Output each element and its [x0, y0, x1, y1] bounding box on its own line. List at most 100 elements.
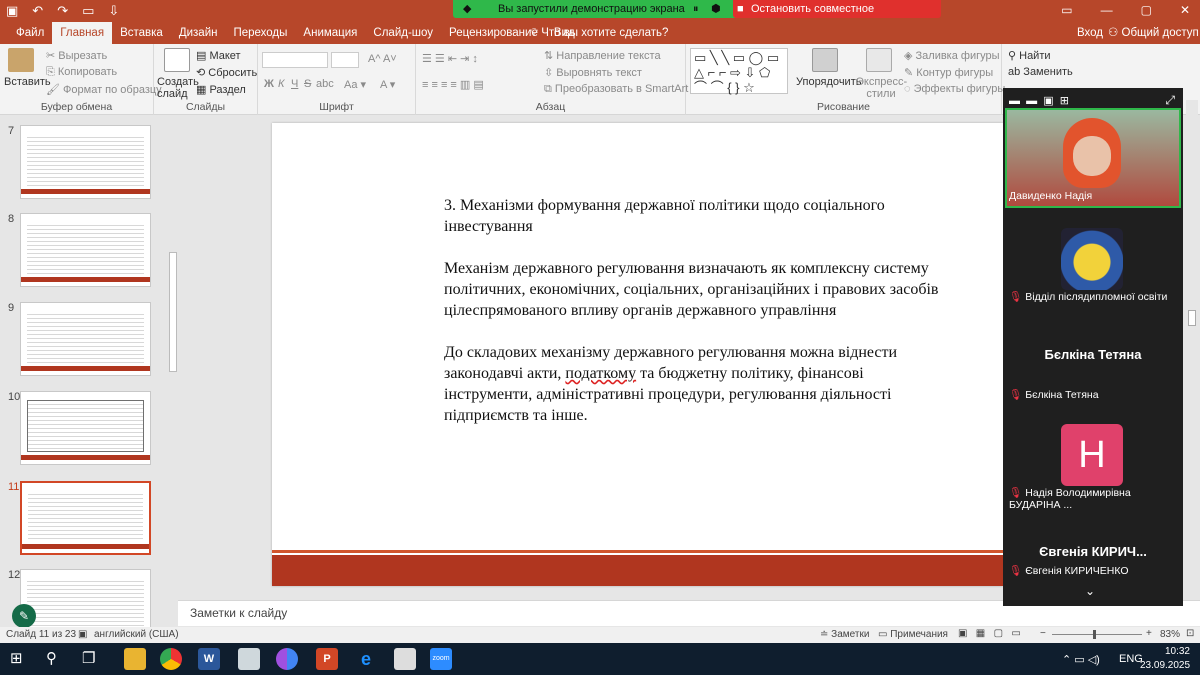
- strikethrough-button[interactable]: S: [304, 78, 311, 90]
- replace-button[interactable]: ab Заменить: [1008, 66, 1073, 78]
- tab-slideshow[interactable]: Слайд-шоу: [365, 22, 441, 44]
- ribbon-display-icon[interactable]: ▭: [1061, 3, 1072, 17]
- bullets-icon[interactable]: ☰ ☰ ⇤ ⇥ ↕: [422, 52, 478, 65]
- clock-time[interactable]: 10:32: [1150, 646, 1190, 657]
- arrange-icon[interactable]: [812, 48, 838, 72]
- quick-styles-button[interactable]: Экспресс-стили: [856, 76, 907, 100]
- zoom-slider[interactable]: [1052, 634, 1142, 635]
- tell-me-search[interactable]: 💡︎ Что вы хотите сделать?: [530, 22, 668, 44]
- find-button[interactable]: ⚲ Найти: [1008, 49, 1051, 62]
- slide-text-body[interactable]: 3. Механізми формування державної політи…: [444, 195, 944, 447]
- font-color-icon[interactable]: A ▾: [380, 78, 395, 91]
- comments-toggle[interactable]: ▭ Примечания: [878, 629, 948, 640]
- customize-qat-icon[interactable]: ⇩: [108, 3, 119, 19]
- shield-icon[interactable]: ⬢: [711, 0, 721, 18]
- slide-thumbnail-7[interactable]: [20, 125, 151, 199]
- tab-transitions[interactable]: Переходы: [225, 22, 295, 44]
- change-case-icon[interactable]: Aa ▾: [344, 78, 366, 91]
- pause-icon[interactable]: ⏸: [693, 0, 699, 18]
- undo-icon[interactable]: ↶: [32, 3, 43, 19]
- grow-font-icon[interactable]: A^ A˅: [368, 53, 397, 65]
- fit-slide-icon[interactable]: ⊡: [1186, 628, 1194, 639]
- arrange-button[interactable]: Упорядочить: [796, 76, 861, 88]
- align-text-button[interactable]: ⇳ Выровнять текст: [544, 66, 642, 79]
- zoom-level[interactable]: 83%: [1160, 629, 1180, 640]
- copy-button[interactable]: ⎘ Копировать: [46, 66, 117, 79]
- spellcheck-icon[interactable]: ▣: [78, 629, 87, 640]
- redo-icon[interactable]: ↷: [57, 3, 68, 19]
- bold-button[interactable]: Ж: [264, 78, 274, 90]
- slide-thumbnail-11-selected[interactable]: [20, 481, 151, 555]
- font-name-input[interactable]: [262, 52, 328, 68]
- shape-outline-button[interactable]: ✎ Контур фигуры: [904, 66, 993, 79]
- task-view-icon[interactable]: ❐: [82, 648, 104, 670]
- shape-effects-button[interactable]: ◌ Эффекты фигуры: [904, 83, 1005, 95]
- new-slide-button[interactable]: Создать слайд: [157, 76, 201, 100]
- close-icon[interactable]: ✕: [1180, 3, 1190, 17]
- zoom-slider-handle[interactable]: [1093, 630, 1096, 639]
- save-icon[interactable]: ▣: [6, 3, 18, 19]
- file-explorer-icon[interactable]: [124, 648, 146, 670]
- tab-insert[interactable]: Вставка: [112, 22, 171, 44]
- edge-icon[interactable]: e: [355, 648, 377, 670]
- collapse-panel-icon[interactable]: ⤢: [1165, 93, 1175, 108]
- replace-label: Заменить: [1023, 66, 1073, 78]
- zoom-in-icon[interactable]: +: [1146, 628, 1152, 639]
- stop-share-button[interactable]: ■ Остановить совместное использование: [733, 0, 941, 33]
- powerpoint-icon[interactable]: P: [316, 648, 338, 670]
- notes-toggle[interactable]: ≐ Заметки: [820, 629, 869, 640]
- zoom-app-icon[interactable]: zoom: [430, 648, 452, 670]
- tab-animations[interactable]: Анимация: [295, 22, 365, 44]
- slide-thumbnail-9[interactable]: [20, 302, 151, 376]
- quick-styles-icon[interactable]: [866, 48, 892, 72]
- format-painter-button[interactable]: 🖌︎ Формат по образцу: [46, 83, 162, 96]
- word-icon[interactable]: W: [198, 648, 220, 670]
- tab-file[interactable]: Файл: [8, 22, 52, 44]
- maximize-icon[interactable]: ▢: [1141, 3, 1152, 17]
- cut-button[interactable]: ✂ Вырезать: [46, 49, 107, 62]
- reset-button[interactable]: ⟲ Сбросить: [196, 66, 257, 79]
- search-icon[interactable]: ⚲: [46, 648, 68, 670]
- scrollbar-thumb[interactable]: [1188, 310, 1196, 326]
- clock-date[interactable]: 23.09.2025: [1140, 660, 1190, 671]
- thumbnail-scrollbar[interactable]: [169, 120, 177, 620]
- char-spacing-button[interactable]: abc: [316, 78, 334, 90]
- slide-canvas[interactable]: 3. Механізми формування державної політи…: [272, 123, 1003, 586]
- scrollbar-thumb[interactable]: [169, 252, 177, 372]
- tray-icons[interactable]: ⌃ ▭ ◁︎): [1062, 653, 1100, 666]
- shape-fill-button[interactable]: ◈ Заливка фигуры: [904, 49, 1000, 62]
- layout-button[interactable]: ▤ Макет: [196, 49, 241, 62]
- italic-button[interactable]: К: [278, 78, 284, 90]
- slide-heading: 3. Механізми формування державної політи…: [444, 197, 885, 235]
- tab-home[interactable]: Главная: [52, 22, 113, 44]
- slideshow-icon[interactable]: ▭: [82, 3, 94, 19]
- align-icons[interactable]: ≡ ≡ ≡ ≡ ▥ ▤: [422, 78, 484, 91]
- sign-in-link[interactable]: Вход: [1077, 22, 1103, 44]
- new-slide-icon[interactable]: [164, 48, 190, 72]
- windows-start-icon[interactable]: ⊞: [10, 648, 32, 670]
- chevron-down-icon[interactable]: ⌄: [1085, 584, 1095, 598]
- annotate-pen-icon[interactable]: ✎: [12, 604, 36, 628]
- chrome-profile-icon[interactable]: [276, 648, 298, 670]
- section-button[interactable]: ▦ Раздел: [196, 83, 246, 96]
- paste-icon[interactable]: [8, 48, 34, 72]
- view-buttons[interactable]: ▣ ▦ ▢ ▭: [958, 628, 1021, 639]
- slide-scrollbar[interactable]: [1186, 100, 1198, 580]
- paste-button[interactable]: Вставить: [4, 76, 51, 88]
- zoom-out-icon[interactable]: −: [1040, 628, 1046, 639]
- shapes-gallery[interactable]: ▭ ╲ ╲ ▭ ◯ ▭ △ ⌐ ⌐ ⇨ ⇩ ⬠ ⌒ ⌒ { } ☆: [690, 48, 788, 95]
- chrome-icon[interactable]: [160, 648, 182, 670]
- slide-thumbnail-10[interactable]: [20, 391, 151, 465]
- share-button[interactable]: ⚇ Общий доступ: [1108, 22, 1199, 44]
- minimize-icon[interactable]: —: [1101, 3, 1113, 17]
- text-direction-button[interactable]: ⇅ Направление текста: [544, 49, 661, 62]
- app-icon[interactable]: [394, 648, 416, 670]
- slide-thumbnail-8[interactable]: [20, 213, 151, 287]
- underline-button[interactable]: Ч: [291, 78, 298, 90]
- app-icon[interactable]: [238, 648, 260, 670]
- smartart-button[interactable]: ⧉ Преобразовать в SmartArt: [544, 83, 688, 96]
- font-size-input[interactable]: [331, 52, 359, 68]
- zoom-view-icons[interactable]: ▬ ▬ ▣ ⊞: [1009, 94, 1069, 107]
- language-status[interactable]: английский (США): [94, 629, 179, 640]
- tab-design[interactable]: Дизайн: [171, 22, 226, 44]
